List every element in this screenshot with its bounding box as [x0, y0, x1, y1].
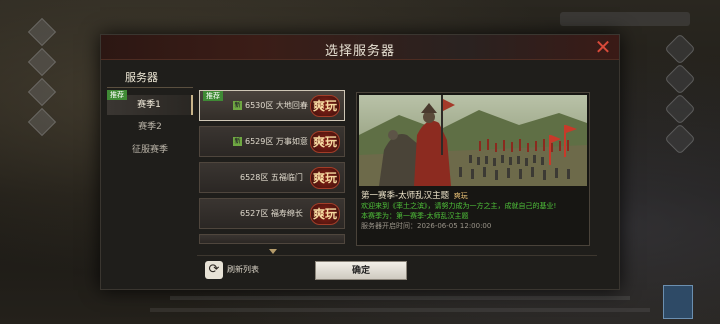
dialog-title: 选择服务器 [324, 44, 395, 59]
category-item-season-1[interactable]: 推荐 赛季1 [107, 90, 193, 115]
hot-badge: 爽玩 [310, 167, 340, 189]
recommend-tag: 推荐 [203, 91, 223, 101]
hot-badge: 爽玩 [310, 203, 340, 225]
server-name: 6527区 福寿绵长 [240, 209, 303, 218]
divider [107, 87, 193, 88]
server-list[interactable]: 推荐 新 6530区 大地回春 爽玩 新 6529区 万事如意 爽玩 6528区… [199, 90, 347, 250]
season-category-list: 服务器 推荐 赛季1 赛季2 征服赛季 [107, 65, 195, 275]
category-label: 赛季2 [138, 122, 162, 132]
new-server-icon: 新 [233, 101, 242, 110]
server-row[interactable]: 6527区 福寿绵长 爽玩 [199, 198, 345, 229]
refresh-label: 刷新列表 [227, 265, 259, 274]
refresh-icon: ⟳ [205, 261, 223, 279]
recommend-tag: 推荐 [107, 90, 127, 100]
server-name: 6528区 五福临门 [240, 173, 303, 182]
season-title-text: 第一赛季-太师乱汉主题 [361, 191, 450, 201]
server-row[interactable]: 新 6529区 万事如意 爽玩 [199, 126, 345, 157]
server-row[interactable]: 6528区 五福临门 爽玩 [199, 162, 345, 193]
season-preview-panel: 第一赛季-太师乱汉主题 爽玩 欢迎来到《率土之滨》，请努力成为一方之主，成就自己… [356, 92, 590, 246]
category-item-season-2[interactable]: 赛季2 [107, 117, 193, 137]
category-heading: 服务器 [125, 71, 158, 84]
scroll-down-icon[interactable] [269, 249, 277, 254]
background-card-icon [663, 285, 693, 319]
season-theme: 本赛季为：第一赛季-太师乱汉主题 [361, 212, 469, 220]
season-title: 第一赛季-太师乱汉主题 爽玩 [361, 189, 587, 201]
hot-badge: 爽玩 [310, 95, 340, 117]
season-info: 第一赛季-太师乱汉主题 爽玩 欢迎来到《率土之滨》，请努力成为一方之主，成就自己… [361, 189, 587, 231]
category-item-conquest[interactable]: 征服赛季 [107, 140, 193, 160]
background-footer [170, 296, 630, 300]
refresh-list-button[interactable]: ⟳ 刷新列表 [205, 260, 265, 280]
hot-badge: 爽玩 [310, 131, 340, 153]
server-name: 6530区 大地回春 [245, 101, 308, 110]
confirm-button[interactable]: 确定 [315, 261, 407, 280]
category-label: 征服赛季 [131, 145, 168, 155]
server-row[interactable] [199, 234, 345, 244]
server-select-dialog: 选择服务器 ✕ 服务器 推荐 赛季1 赛季2 征服赛季 推荐 新 6530区 大… [100, 34, 620, 290]
server-row[interactable]: 推荐 新 6530区 大地回春 爽玩 [199, 90, 345, 121]
server-open-time: 服务器开启时间：2026-06-05 12:00:00 [361, 222, 492, 230]
season-description: 欢迎来到《率土之滨》，请努力成为一方之主，成就自己的基业! [361, 202, 557, 210]
server-name: 6529区 万事如意 [245, 137, 308, 146]
category-label: 赛季1 [137, 100, 161, 110]
dialog-header: 选择服务器 ✕ [101, 35, 619, 60]
close-button[interactable]: ✕ [593, 37, 613, 57]
background-footer [150, 308, 650, 312]
divider [197, 255, 597, 256]
hot-badge: 爽玩 [453, 192, 468, 200]
background-resource-bar [560, 12, 690, 26]
season-artwork [359, 95, 587, 186]
new-server-icon: 新 [233, 137, 242, 146]
